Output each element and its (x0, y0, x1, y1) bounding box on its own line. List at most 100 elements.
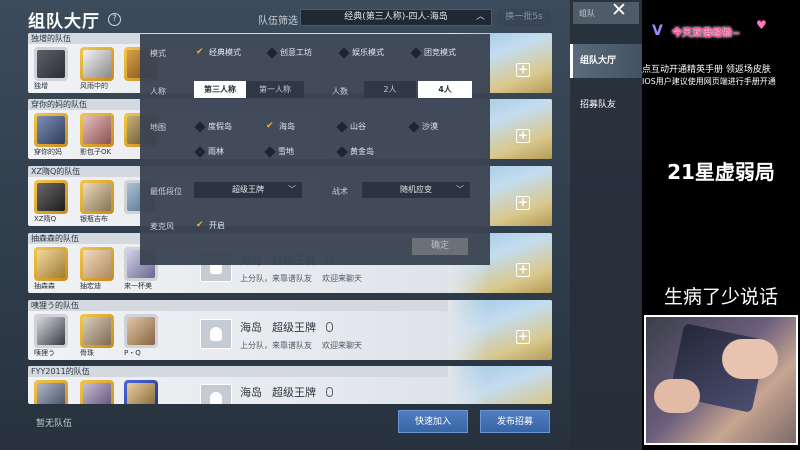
close-icon[interactable]: ✕ (611, 1, 627, 20)
map-label: 地图 (150, 123, 166, 132)
member-slot[interactable]: P・Q (124, 314, 160, 358)
member-slot[interactable]: 咦狸う (34, 314, 70, 358)
min-rank-value: 超级王牌 (232, 185, 264, 194)
join-plus-icon[interactable]: + (516, 129, 530, 143)
mode-option-team-deathmatch[interactable]: 团竞模式 (410, 46, 456, 59)
join-plus-icon[interactable]: + (516, 196, 530, 210)
member-slot[interactable]: 抽森森 (34, 247, 70, 291)
option-label: 创意工坊 (280, 48, 312, 57)
member-name: 影包子OK (80, 148, 112, 156)
min-rank-dropdown[interactable]: 超级王牌 ﹀ (194, 182, 302, 198)
mode-option-fun[interactable]: 娱乐模式 (338, 46, 384, 59)
map-option-gold-island[interactable]: 黄金岛 (336, 145, 374, 158)
member-slot[interactable]: 抽宏迪 (80, 247, 116, 291)
team-card[interactable]: FYY2011的队伍 海岛 超级王牌 (28, 366, 552, 404)
tactic-value: 随机应变 (400, 185, 432, 194)
option-label: 雪地 (278, 147, 294, 156)
member-slot[interactable]: 独增 (34, 47, 70, 91)
member-slot[interactable]: 影包子OK (80, 113, 116, 157)
nav-item-recruit[interactable]: 招募队友 (570, 97, 642, 110)
join-plus-icon[interactable]: + (516, 330, 530, 344)
member-name: P・Q (124, 349, 141, 357)
mode-option-workshop[interactable]: 创意工坊 (266, 46, 312, 59)
right-nav: 组队 ✕ 组队大厅 招募队友 (570, 0, 642, 450)
avatar (83, 383, 111, 404)
min-rank-label: 最低段位 (150, 187, 182, 196)
map-option-snow[interactable]: 雪地 (264, 145, 294, 158)
member-slot[interactable]: 银瓶吉布 (80, 180, 116, 224)
avatar (83, 50, 111, 78)
nav-top-tab[interactable]: 组队 (573, 2, 639, 24)
member-slot[interactable]: XZ隋Q (34, 180, 70, 224)
team-name: FYY2011的队伍 (31, 367, 90, 376)
chevron-up-icon: ︿ (475, 12, 485, 22)
perspective-fpp[interactable]: 第一人称 (246, 81, 304, 98)
join-plus-icon[interactable]: + (516, 263, 530, 277)
team-filter-select[interactable]: 经典(第三人称)-四人-海岛 ︿ (300, 9, 492, 26)
perspective-tpp[interactable]: 第三人称 (194, 81, 246, 98)
team-map: 海岛 (240, 321, 262, 334)
member-slot[interactable] (124, 380, 160, 404)
help-icon[interactable]: ? (108, 12, 121, 26)
member-name: 风雨中的 (80, 82, 108, 90)
team-name: 咦狸う的队伍 (31, 301, 79, 310)
checkmark-icon: ✔ (266, 121, 274, 131)
member-name: 抽宏迪 (80, 282, 101, 290)
avatar (37, 183, 65, 211)
avatar (37, 383, 65, 404)
stream-caption-1: 21星虚弱局 (667, 160, 775, 184)
member-slot[interactable]: 骨珠 (80, 314, 116, 358)
team-name: 穿你的妈的队伍 (31, 100, 87, 109)
squad-size-4[interactable]: 4人 (418, 81, 472, 98)
ticker-line: IOS用户建议使用网页端进行手册开通 (642, 77, 776, 86)
chevron-down-icon: ﹀ (456, 185, 464, 194)
refresh-button[interactable]: 换一批5s (497, 9, 551, 26)
confirm-button[interactable]: 确定 (412, 238, 468, 255)
stream-overlay: V 今天双倍经验~ ♥ 点互动开通精英手册 领返场皮肤 IOS用户建议使用网页端… (642, 0, 800, 450)
member-name: 抽森森 (34, 282, 55, 290)
mic-option-on[interactable]: ✔ 开启 (196, 220, 225, 231)
leader-avatar-placeholder (200, 319, 232, 349)
map-option-rainforest[interactable]: 雨林 (194, 145, 224, 158)
post-recruit-button[interactable]: 发布招募 (480, 410, 550, 433)
avatar (37, 50, 65, 78)
team-rank: 超级王牌 (272, 386, 316, 399)
member-name: 独增 (34, 82, 48, 90)
member-slot[interactable] (80, 380, 116, 404)
member-name: 咦狸う (34, 349, 55, 357)
unchecked-diamond-icon (266, 46, 278, 59)
option-label: 沙漠 (422, 122, 438, 131)
team-card[interactable]: 咦狸う的队伍 咦狸う 骨珠 P・Q 海岛 超级王牌 上分队，来靠谱队友 欢迎来聊… (28, 300, 552, 360)
option-label: 娱乐模式 (352, 48, 384, 57)
nav-item-team-hall[interactable]: 组队大厅 (570, 44, 642, 78)
nav-top-label: 组队 (579, 9, 595, 18)
avatar (83, 183, 111, 211)
double-exp-banner: V 今天双倍经验~ ♥ (646, 18, 796, 40)
mode-option-classic[interactable]: ✔ 经典模式 (196, 47, 241, 58)
mode-label: 模式 (150, 49, 166, 58)
hand (654, 379, 700, 413)
team-info: 海岛 超级王牌 (200, 384, 333, 404)
member-name: 骨珠 (80, 349, 94, 357)
checkmark-icon: ✔ (196, 220, 204, 230)
member-slot[interactable] (34, 380, 70, 404)
member-slot[interactable]: 风雨中的 (80, 47, 116, 91)
game-screen: 组队大厅 ? 队伍筛选 经典(第三人称)-四人-海岛 ︿ 换一批5s 独增的队伍… (0, 0, 642, 450)
tactic-dropdown[interactable]: 随机应变 ﹀ (362, 182, 470, 198)
filter-label: 队伍筛选 (258, 16, 298, 27)
squad-size-2[interactable]: 2人 (364, 81, 416, 98)
avatar (83, 250, 111, 278)
map-option-erangel[interactable]: ✔ 海岛 (266, 121, 295, 132)
map-option-valley[interactable]: 山谷 (336, 120, 366, 133)
microphone-icon (326, 322, 333, 332)
member-name: 银瓶吉布 (80, 215, 108, 223)
heart-icon: ♥ (756, 18, 767, 32)
map-option-resort[interactable]: 度假岛 (194, 120, 232, 133)
option-label: 黄金岛 (350, 147, 374, 156)
join-plus-icon[interactable]: + (516, 63, 530, 77)
map-option-desert[interactable]: 沙漠 (408, 120, 438, 133)
member-slot[interactable]: 穿你的妈 (34, 113, 70, 157)
member-name: 来一杯美 (124, 282, 152, 290)
stream-caption-2: 生病了少说话 (663, 286, 778, 308)
quick-join-button[interactable]: 快速加入 (398, 410, 468, 433)
